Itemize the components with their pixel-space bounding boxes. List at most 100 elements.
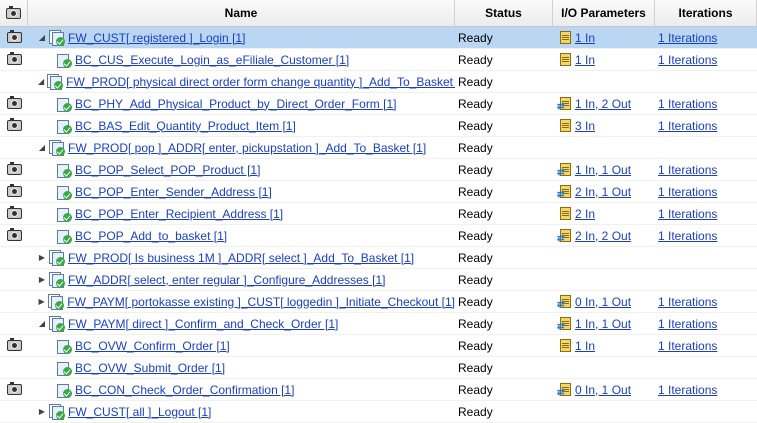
expand-arrow-icon[interactable]: ▶ bbox=[38, 253, 46, 262]
io-parameters-cell bbox=[553, 247, 655, 268]
iterations-link[interactable]: 1 Iterations bbox=[658, 207, 717, 221]
io-parameters-link[interactable]: 2 In bbox=[575, 207, 595, 221]
table-row[interactable]: BC_CON_Check_Order_Confirmation [1] Ready… bbox=[0, 379, 757, 401]
status-cell: Ready bbox=[458, 404, 493, 419]
iterations-link[interactable]: 1 Iterations bbox=[658, 185, 717, 199]
expand-arrow-icon[interactable]: ▶ bbox=[38, 407, 46, 416]
component-name-link[interactable]: BC_POP_Enter_Sender_Address [1] bbox=[75, 185, 272, 199]
component-name-link[interactable]: FW_PROD[ physical direct order form chan… bbox=[66, 75, 455, 89]
status-column-header[interactable]: Status bbox=[455, 0, 553, 26]
iterations-link[interactable]: 1 Iterations bbox=[658, 31, 717, 45]
camera-icon[interactable] bbox=[6, 52, 22, 65]
name-cell: ◢ FW_CUST[ registered ]_Login [1] bbox=[28, 27, 455, 48]
table-row[interactable]: BC_CUS_Execute_Login_as_eFiliale_Custome… bbox=[0, 49, 757, 71]
iterations-link[interactable]: 1 Iterations bbox=[658, 119, 717, 133]
component-name-link[interactable]: BC_POP_Add_to_basket [1] bbox=[75, 229, 227, 243]
io-parameters-link[interactable]: 1 In, 1 Out bbox=[575, 163, 631, 177]
camera-icon[interactable] bbox=[6, 338, 22, 351]
status-cell: Ready bbox=[458, 316, 493, 331]
iterations-link[interactable]: 1 Iterations bbox=[658, 383, 717, 397]
table-row[interactable]: ▶ FW_CUST[ all ]_Logout [1] Ready bbox=[0, 401, 757, 423]
table-row[interactable]: BC_BAS_Edit_Quantity_Product_Item [1] Rea… bbox=[0, 115, 757, 137]
table-row[interactable]: BC_OVW_Submit_Order [1] Ready bbox=[0, 357, 757, 379]
io-parameters-link[interactable]: 3 In bbox=[575, 119, 595, 133]
component-name-link[interactable]: FW_PROD[ Is business 1M ]_ADDR[ select ]… bbox=[68, 251, 414, 265]
component-name-link[interactable]: BC_POP_Select_POP_Product [1] bbox=[75, 163, 260, 177]
status-cell: Ready bbox=[458, 228, 493, 243]
collapse-arrow-icon[interactable]: ◢ bbox=[38, 77, 44, 86]
collapse-arrow-icon[interactable]: ◢ bbox=[38, 33, 46, 42]
camera-icon[interactable] bbox=[6, 96, 22, 109]
camera-icon[interactable] bbox=[6, 184, 22, 197]
iterations-link[interactable]: 1 Iterations bbox=[658, 97, 717, 111]
io-parameters-link[interactable]: 1 In, 2 Out bbox=[575, 97, 631, 111]
table-row[interactable]: ◢ FW_CUST[ registered ]_Login [1] Ready 1 I… bbox=[0, 27, 757, 49]
component-name-link[interactable]: BC_POP_Enter_Recipient_Address [1] bbox=[75, 207, 283, 221]
table-row[interactable]: BC_POP_Enter_Recipient_Address [1] Ready 2… bbox=[0, 203, 757, 225]
io-parameters-cell: ⇄ 1 In, 1 Out bbox=[553, 159, 655, 180]
camera-icon[interactable] bbox=[6, 206, 22, 219]
io-parameters-link[interactable]: 1 In bbox=[575, 31, 595, 45]
io-parameters-link[interactable]: 2 In, 2 Out bbox=[575, 229, 631, 243]
camera-cell bbox=[0, 181, 28, 202]
iterations-column-header[interactable]: Iterations bbox=[655, 0, 757, 26]
component-name-link[interactable]: BC_PHY_Add_Physical_Product_by_Direct_Or… bbox=[75, 97, 396, 111]
component-name-link[interactable]: FW_ADDR[ select, enter regular ]_Configu… bbox=[68, 273, 385, 287]
table-row[interactable]: BC_PHY_Add_Physical_Product_by_Direct_Or… bbox=[0, 93, 757, 115]
table-row[interactable]: ▶ FW_ADDR[ select, enter regular ]_Config… bbox=[0, 269, 757, 291]
component-name-link[interactable]: BC_OVW_Confirm_Order [1] bbox=[75, 339, 230, 353]
table-row[interactable]: BC_POP_Add_to_basket [1] Ready ⇄ 2 In, 2 Ou… bbox=[0, 225, 757, 247]
iterations-link[interactable]: 1 Iterations bbox=[658, 295, 717, 309]
io-parameters-link[interactable]: 1 In bbox=[575, 339, 595, 353]
table-row[interactable]: ▶ FW_PROD[ Is business 1M ]_ADDR[ select … bbox=[0, 247, 757, 269]
table-row[interactable]: BC_POP_Enter_Sender_Address [1] Ready ⇄ 2 I… bbox=[0, 181, 757, 203]
io-parameters-link[interactable]: 0 In, 1 Out bbox=[575, 383, 631, 397]
expand-arrow-icon[interactable]: ▶ bbox=[38, 275, 46, 284]
camera-icon[interactable] bbox=[6, 30, 22, 43]
grid-header: Name Status I/O Parameters Iterations bbox=[0, 0, 757, 27]
iterations-link[interactable]: 1 Iterations bbox=[658, 317, 717, 331]
io-parameters-link[interactable]: 1 In bbox=[575, 53, 595, 67]
component-name-link[interactable]: FW_CUST[ registered ]_Login [1] bbox=[68, 31, 245, 45]
table-row[interactable]: ◢ FW_PROD[ pop ]_ADDR[ enter, pickupstati… bbox=[0, 137, 757, 159]
status-cell: Ready bbox=[458, 206, 493, 221]
io-parameters-link[interactable]: 0 In, 1 Out bbox=[575, 295, 631, 309]
business-component-icon bbox=[56, 52, 72, 68]
table-row[interactable]: ▶ FW_PAYM[ portokasse existing ]_CUST[ lo… bbox=[0, 291, 757, 313]
table-row[interactable]: BC_OVW_Confirm_Order [1] Ready 1 In 1 Itera… bbox=[0, 335, 757, 357]
expand-arrow-icon[interactable]: ▶ bbox=[38, 297, 45, 306]
component-name-link[interactable]: FW_PAYM[ portokasse existing ]_CUST[ log… bbox=[67, 295, 455, 309]
iterations-cell bbox=[655, 137, 757, 158]
table-row[interactable]: ◢ FW_PAYM[ direct ]_Confirm_and_Check_Ord… bbox=[0, 313, 757, 335]
component-name-link[interactable]: BC_BAS_Edit_Quantity_Product_Item [1] bbox=[75, 119, 296, 133]
io-parameters-link[interactable]: 2 In, 1 Out bbox=[575, 185, 631, 199]
component-name-link[interactable]: FW_PAYM[ direct ]_Confirm_and_Check_Orde… bbox=[68, 317, 338, 331]
table-row[interactable]: BC_POP_Select_POP_Product [1] Ready ⇄ 1 In,… bbox=[0, 159, 757, 181]
iterations-link[interactable]: 1 Iterations bbox=[658, 339, 717, 353]
business-component-icon bbox=[56, 206, 72, 222]
io-parameters-column-header[interactable]: I/O Parameters bbox=[553, 0, 655, 26]
status-cell: Ready bbox=[458, 382, 493, 397]
camera-icon[interactable] bbox=[6, 118, 22, 131]
camera-icon[interactable] bbox=[6, 162, 22, 175]
iterations-link[interactable]: 1 Iterations bbox=[658, 53, 717, 67]
camera-column-header[interactable] bbox=[0, 0, 28, 26]
camera-icon[interactable] bbox=[6, 382, 22, 395]
camera-icon[interactable] bbox=[6, 228, 22, 241]
io-parameters-cell: ⇄ 2 In, 2 Out bbox=[553, 225, 655, 246]
component-name-link[interactable]: FW_CUST[ all ]_Logout [1] bbox=[68, 405, 211, 419]
component-name-link[interactable]: FW_PROD[ pop ]_ADDR[ enter, pickupstatio… bbox=[68, 141, 426, 155]
table-row[interactable]: ◢ FW_PROD[ physical direct order form cha… bbox=[0, 71, 757, 93]
name-cell: BC_BAS_Edit_Quantity_Product_Item [1] bbox=[28, 115, 455, 136]
name-column-header[interactable]: Name bbox=[28, 0, 455, 26]
component-name-link[interactable]: BC_CUS_Execute_Login_as_eFiliale_Custome… bbox=[75, 53, 349, 67]
iterations-link[interactable]: 1 Iterations bbox=[658, 163, 717, 177]
collapse-arrow-icon[interactable]: ◢ bbox=[38, 143, 46, 152]
collapse-arrow-icon[interactable]: ◢ bbox=[38, 319, 46, 328]
camera-cell bbox=[0, 137, 28, 158]
io-parameters-link[interactable]: 1 In, 1 Out bbox=[575, 317, 631, 331]
io-parameters-cell: ⇄ 2 In, 1 Out bbox=[553, 181, 655, 202]
component-name-link[interactable]: BC_CON_Check_Order_Confirmation [1] bbox=[75, 383, 294, 397]
iterations-link[interactable]: 1 Iterations bbox=[658, 229, 717, 243]
component-name-link[interactable]: BC_OVW_Submit_Order [1] bbox=[75, 361, 225, 375]
